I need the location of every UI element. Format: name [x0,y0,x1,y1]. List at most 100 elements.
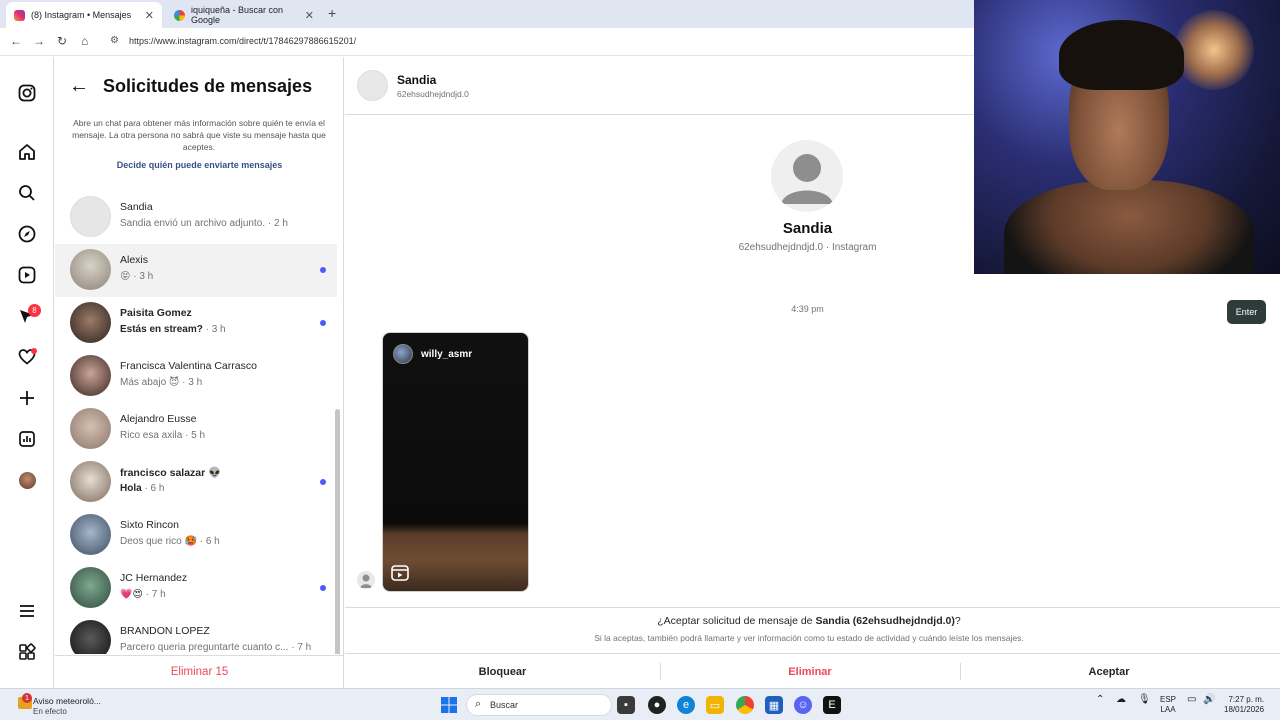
more-apps-icon[interactable] [16,641,38,663]
cloud-icon[interactable]: ☁ [1116,695,1126,705]
tab-instagram[interactable]: (8) Instagram • Mensajes ✕ [6,2,162,28]
back-arrow-icon[interactable]: ← [69,75,89,98]
reels-icon [391,565,409,581]
conversation-title[interactable]: Sandia [397,73,436,87]
message-preview: 😝 · 3 h [120,271,154,282]
new-tab-icon[interactable]: + [328,5,336,21]
conversation-username: 62ehsudhejdndjd.0 [397,89,469,99]
menu-icon[interactable] [16,600,38,622]
close-tab-icon[interactable]: ✕ [305,9,314,22]
list-item[interactable]: Sixto Rincon Deos que rico 🥵 · 6 h [55,509,337,562]
message-preview: Más abajo 😈 · 3 h [120,377,203,388]
chrome-icon[interactable] [736,696,754,714]
list-item[interactable]: Francisca Valentina Carrasco Más abajo 😈… [55,350,337,403]
list-scrollbar[interactable] [335,409,340,654]
delete-button[interactable]: Eliminar [660,654,960,689]
language-indicator[interactable]: ESP LAA [1160,695,1176,715]
search-icon: ⌕ [475,698,482,710]
clock[interactable]: 7:27 p. m. 18/01/2026 [1224,695,1264,715]
create-icon[interactable] [16,387,38,409]
message-preview: Sandia envió un archivo adjunto. · 2 h [120,218,288,229]
taskbar-search[interactable]: ⌕ Buscar [466,694,612,716]
message-requests-panel: ← Solicitudes de mensajes Abre un chat p… [55,57,344,688]
search-icon[interactable] [16,182,38,204]
instagram-icon[interactable] [16,82,38,104]
contact-name: Paisita Gomez [120,307,192,319]
page-title: Solicitudes de mensajes [103,76,313,96]
site-info-icon[interactable]: ⚙ [110,35,119,46]
home-icon[interactable] [16,141,38,163]
home-icon[interactable]: ⌂ [81,34,88,48]
reload-icon[interactable]: ↻ [57,34,67,48]
enter-key-overlay: Enter [1227,300,1266,324]
network-icon[interactable]: ▭ [1187,695,1196,705]
unread-dot [320,479,326,485]
avatar [70,567,111,608]
requests-list: Sandia Sandia envió un archivo adjunto. … [55,179,344,654]
webcam-overlay [974,0,1280,274]
message-preview: Rico esa axila · 5 h [120,430,206,441]
weather-title: Aviso meteoroló... [33,696,101,706]
message-timestamp: 4:39 pm [791,304,824,314]
contact-name: Alexis [120,254,149,266]
accept-question: ¿Aceptar solicitud de mensaje de Sandia … [657,615,961,627]
list-item[interactable]: Sandia Sandia envió un archivo adjunto. … [55,191,337,244]
avatar[interactable] [357,70,388,101]
forward-arrow-icon[interactable]: → [33,34,45,48]
list-item[interactable]: francisco salazar 👽 Hola · 6 h [55,456,337,509]
search-placeholder: Buscar [490,700,519,710]
reel-author-avatar [393,344,413,364]
unread-dot [320,585,326,591]
dashboard-icon[interactable] [16,428,38,450]
url-field[interactable]: https://www.instagram.com/direct/t/17846… [129,36,356,46]
edge-icon[interactable]: e [677,696,695,714]
windows-taskbar: 1 Aviso meteoroló... En efecto ⌕ Buscar … [0,688,1280,720]
block-button[interactable]: Bloquear [345,654,660,689]
task-view-icon[interactable]: ▪ [617,696,635,714]
volume-icon[interactable]: 🔊 [1203,695,1215,705]
close-tab-icon[interactable]: ✕ [145,9,154,22]
list-item[interactable]: Alejandro Eusse Rico esa axila · 5 h [55,403,337,456]
delete-all-button[interactable]: Eliminar 15 [55,655,344,688]
store-icon[interactable]: ▦ [765,696,783,714]
instagram-nav-rail: 8 [0,57,54,688]
microphone-icon[interactable]: 🎙 [1138,695,1151,705]
tab-google[interactable]: iquiqueña - Buscar con Google ✕ [166,2,322,28]
tab-label: (8) Instagram • Mensajes [31,10,132,20]
weather-badge: 1 [22,693,32,703]
discord-icon[interactable]: ☺ [794,696,812,714]
reel-author: willy_asmr [421,349,473,360]
tray-overflow-icon[interactable]: ⌃ [1096,695,1104,705]
requests-info-text: Abre un chat para obtener más informació… [72,118,326,152]
back-arrow-icon[interactable]: ← [10,34,22,48]
accept-button[interactable]: Aceptar [960,654,1258,689]
avatar [70,302,111,343]
avatar [70,355,111,396]
shared-reel[interactable]: willy_asmr [382,332,529,592]
explore-icon[interactable] [16,223,38,245]
message-settings-link[interactable]: Decide quién puede enviarte mensajes [55,160,344,170]
message-preview: 💗😍 · 7 h [120,589,166,600]
list-item[interactable]: Paisita Gomez Estás en stream? · 3 h [55,297,337,350]
file-explorer-icon[interactable]: ▭ [706,696,724,714]
profile-avatar[interactable] [16,469,38,491]
google-favicon-icon [174,9,185,21]
obs-icon[interactable]: ● [648,696,666,714]
tab-label: iquiqueña - Buscar con Google [190,5,284,25]
sender-avatar [357,571,375,589]
contact-name: Alejandro Eusse [120,413,197,425]
epic-games-icon[interactable]: E [823,696,841,714]
reels-icon[interactable] [16,264,38,286]
windows-start-icon[interactable] [440,696,458,714]
list-item[interactable]: Alexis 😝 · 3 h [55,244,337,297]
list-item[interactable]: JC Hernandez 💗😍 · 7 h [55,562,337,615]
contact-name: Francisca Valentina Carrasco [120,360,257,372]
avatar [70,196,111,237]
weather-subtitle: En efecto [33,707,67,716]
messages-badge: 8 [28,304,41,317]
avatar [70,408,111,449]
accept-info-text: Si la aceptas, también podrá llamarte y … [594,633,1024,643]
list-item[interactable]: BRANDON LOPEZ Parcero queria preguntarte… [55,615,337,654]
profile-avatar[interactable] [771,140,843,212]
avatar [70,249,111,290]
